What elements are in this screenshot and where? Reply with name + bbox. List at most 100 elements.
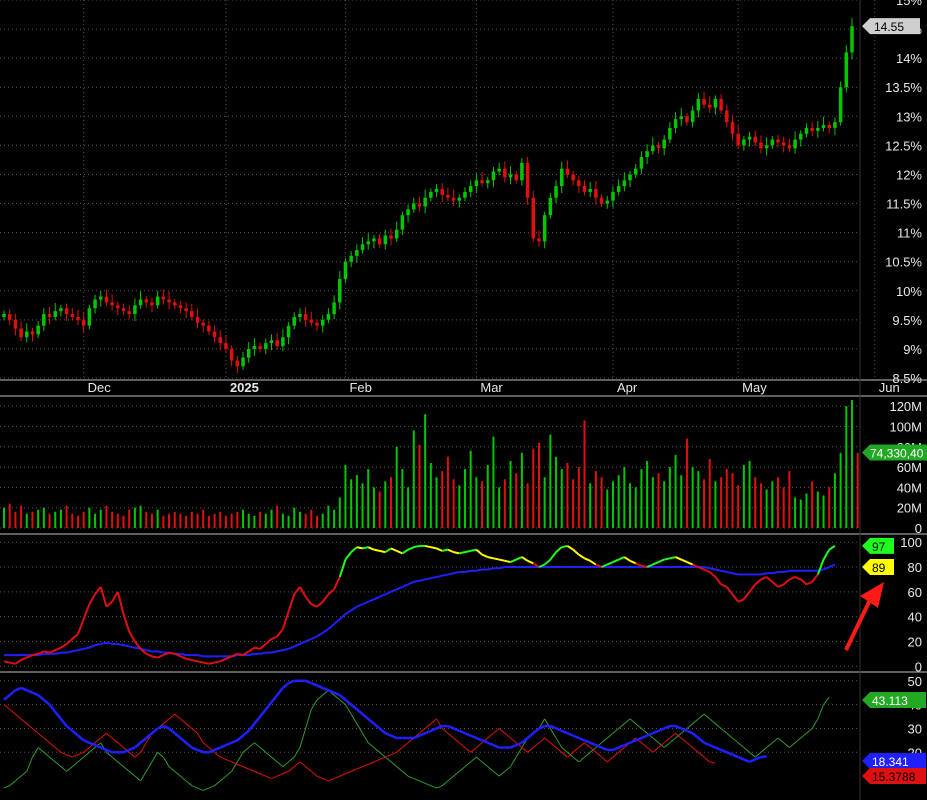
dmi-plus-line [157, 751, 164, 758]
dmi-plus-line [817, 704, 825, 720]
dmi-plus-line [635, 723, 642, 729]
oscillator-main-line [515, 556, 523, 561]
candle-body [172, 302, 177, 306]
y-tick-label: 12.5% [885, 138, 922, 153]
dmi-plus-line [9, 780, 16, 787]
dmi-plus-line [453, 771, 460, 777]
oscillator-main-line [390, 547, 398, 552]
adx-line [231, 739, 238, 744]
dmi-plus-line [698, 713, 705, 720]
dmi-minus-line [32, 728, 39, 734]
adx-line [270, 694, 279, 704]
dmi-minus-line [299, 761, 306, 767]
y-tick-label: 11% [897, 226, 922, 241]
oscillator-signal-line [401, 583, 409, 588]
oscillator-signal-line [327, 623, 335, 630]
oscillator-signal-line [396, 585, 403, 591]
oscillator-signal-line [288, 645, 295, 650]
adx-line [367, 717, 375, 725]
dmi-minus-line [527, 747, 534, 753]
adx-line [578, 736, 585, 742]
y-tick-label: 80 [908, 560, 922, 575]
dmi-minus-line [111, 737, 119, 744]
y-tick-label: 100 [900, 535, 922, 550]
oscillator-signal-line [726, 571, 733, 575]
adx-line [464, 732, 472, 737]
stock-chart[interactable]: 15%14.5%14%13.5%13%12.5%12%11.5%11%10.5%… [0, 0, 927, 800]
adx-line [760, 755, 767, 759]
adx-line [31, 691, 39, 697]
dmi-minus-line [248, 768, 255, 772]
candle-body [799, 133, 803, 140]
x-date-label: Feb [349, 380, 371, 395]
dmi-plus-line [379, 751, 386, 758]
oscillator-main-line [680, 558, 688, 563]
y-tick-label: 11.5% [886, 197, 922, 212]
dmi-minus-line [368, 761, 375, 765]
oscillator-signal-line [77, 647, 84, 652]
dmi-plus-line [390, 761, 398, 767]
oscillator-signal-line [248, 652, 255, 657]
dmi-minus-line [464, 747, 472, 753]
oscillator-main-line [641, 564, 648, 568]
candle-body [594, 189, 598, 198]
dmi-minus-line [402, 742, 409, 748]
oscillator-main-line [338, 559, 347, 578]
oscillator-main-line [327, 588, 335, 596]
adx-line [338, 694, 347, 701]
oscillator-main-line [367, 546, 375, 551]
oscillator-main-line [731, 593, 739, 603]
dmi-plus-line [458, 766, 466, 772]
candle-body [246, 348, 251, 358]
dmi-plus-line [407, 775, 414, 779]
adx-line [640, 734, 648, 740]
oscillator-main-line [572, 548, 580, 556]
dmi-minus-line [242, 766, 249, 770]
candle-body [514, 174, 518, 181]
y-tick-label: 12% [896, 167, 922, 182]
adx-line [59, 718, 68, 727]
dmi-minus-line [202, 742, 210, 748]
candle-body [338, 279, 342, 303]
dmi-plus-line [669, 737, 676, 744]
dmi-minus-line [487, 732, 494, 739]
candle-body [201, 322, 205, 326]
dmi-plus-line [248, 742, 255, 748]
oscillator-signal-line [783, 569, 790, 573]
adx-line [418, 732, 426, 737]
candle-body [486, 180, 490, 184]
candle-body [702, 98, 706, 105]
adx-line [77, 734, 85, 742]
dmi-minus-line [379, 756, 386, 760]
dmi-minus-line [601, 756, 608, 763]
dmi-plus-line [441, 780, 449, 787]
dmi-minus-line [504, 732, 511, 739]
oscillator-main-line [436, 547, 443, 552]
candle-body [7, 314, 12, 320]
dmi-plus-line [293, 747, 301, 758]
dmi-plus-line [117, 761, 124, 767]
dmi-minus-line [510, 737, 517, 744]
candle-body [446, 194, 450, 198]
oscillator-main-line [214, 660, 221, 664]
dmi-plus-line [26, 756, 33, 772]
oscillator-main-line [822, 549, 831, 561]
dmi-plus-line [498, 771, 506, 777]
candle-body [229, 348, 234, 361]
dmi-plus-line [174, 771, 181, 777]
dmi-plus-line [629, 718, 637, 725]
oscillator-signal-line [100, 641, 107, 645]
oscillator-main-line [447, 548, 455, 554]
dmi-minus-line [220, 756, 227, 760]
oscillator-main-line [185, 657, 193, 662]
oscillator-main-line [555, 546, 563, 553]
y-tick-label: 40M [897, 480, 922, 495]
dmi-plus-line [356, 723, 363, 734]
dmi-minus-line [54, 747, 62, 753]
candle-body [679, 116, 684, 120]
dmi-minus-line [282, 770, 289, 775]
dmi-minus-line [424, 723, 432, 729]
adx-line [185, 741, 193, 749]
oscillator-main-line [816, 559, 825, 575]
y-tick-label: 20 [908, 634, 922, 649]
